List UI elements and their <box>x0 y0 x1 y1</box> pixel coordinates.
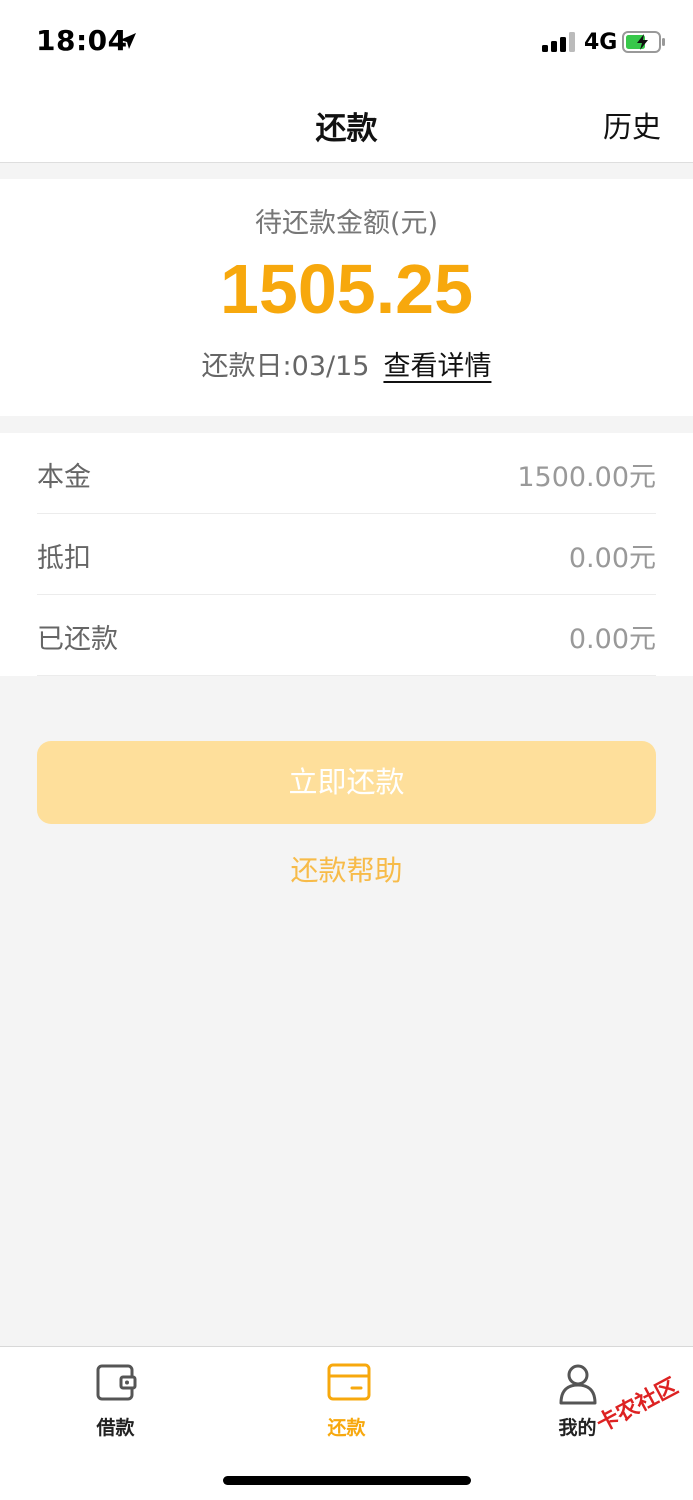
tab-label: 还款 <box>327 1417 366 1439</box>
row-value: 0.00元 <box>568 624 656 655</box>
tab-label: 我的 <box>558 1417 597 1439</box>
breakdown-list: 本金 1500.00元 抵扣 0.00元 已还款 0.00元 <box>0 433 693 676</box>
tab-repay[interactable]: 还款 <box>231 1347 462 1447</box>
repay-now-button[interactable]: 立即还款 <box>37 741 656 824</box>
row-value: 0.00元 <box>568 543 656 574</box>
tab-borrow[interactable]: 借款 <box>0 1347 231 1447</box>
card-icon <box>327 1363 371 1401</box>
row-value: 1500.00元 <box>517 462 656 493</box>
row-label: 本金 <box>37 462 91 493</box>
history-button[interactable]: 历史 <box>603 104 661 146</box>
wallet-icon <box>96 1364 137 1401</box>
list-item-principal: 本金 1500.00元 <box>37 433 656 514</box>
battery-charging-icon <box>622 31 665 53</box>
row-label: 抵扣 <box>37 543 91 574</box>
list-item-deduction: 抵扣 0.00元 <box>37 514 656 595</box>
home-indicator <box>223 1476 471 1485</box>
status-bar: 18:04 4G <box>0 0 693 85</box>
person-icon <box>559 1364 597 1405</box>
due-row: 还款日:03/15 查看详情 <box>0 344 693 383</box>
list-item-repaid: 已还款 0.00元 <box>37 595 656 676</box>
page-title: 还款 <box>315 111 378 147</box>
tab-label: 借款 <box>96 1417 135 1439</box>
signal-icon <box>542 32 575 52</box>
status-time: 18:04 <box>36 24 128 57</box>
location-arrow-icon <box>120 33 136 49</box>
nav-bar: 还款 历史 <box>0 85 693 163</box>
amount-value: 1505.25 <box>219 250 474 328</box>
due-date: 还款日:03/15 <box>201 351 370 382</box>
row-label: 已还款 <box>37 624 118 655</box>
view-details-link[interactable]: 查看详情 <box>383 351 491 382</box>
network-label: 4G <box>584 30 618 55</box>
amount-label: 待还款金额(元) <box>254 208 439 239</box>
repay-help-link[interactable]: 还款帮助 <box>0 849 693 889</box>
amount-card: 待还款金额(元) 1505.25 还款日:03/15 查看详情 <box>0 179 693 416</box>
